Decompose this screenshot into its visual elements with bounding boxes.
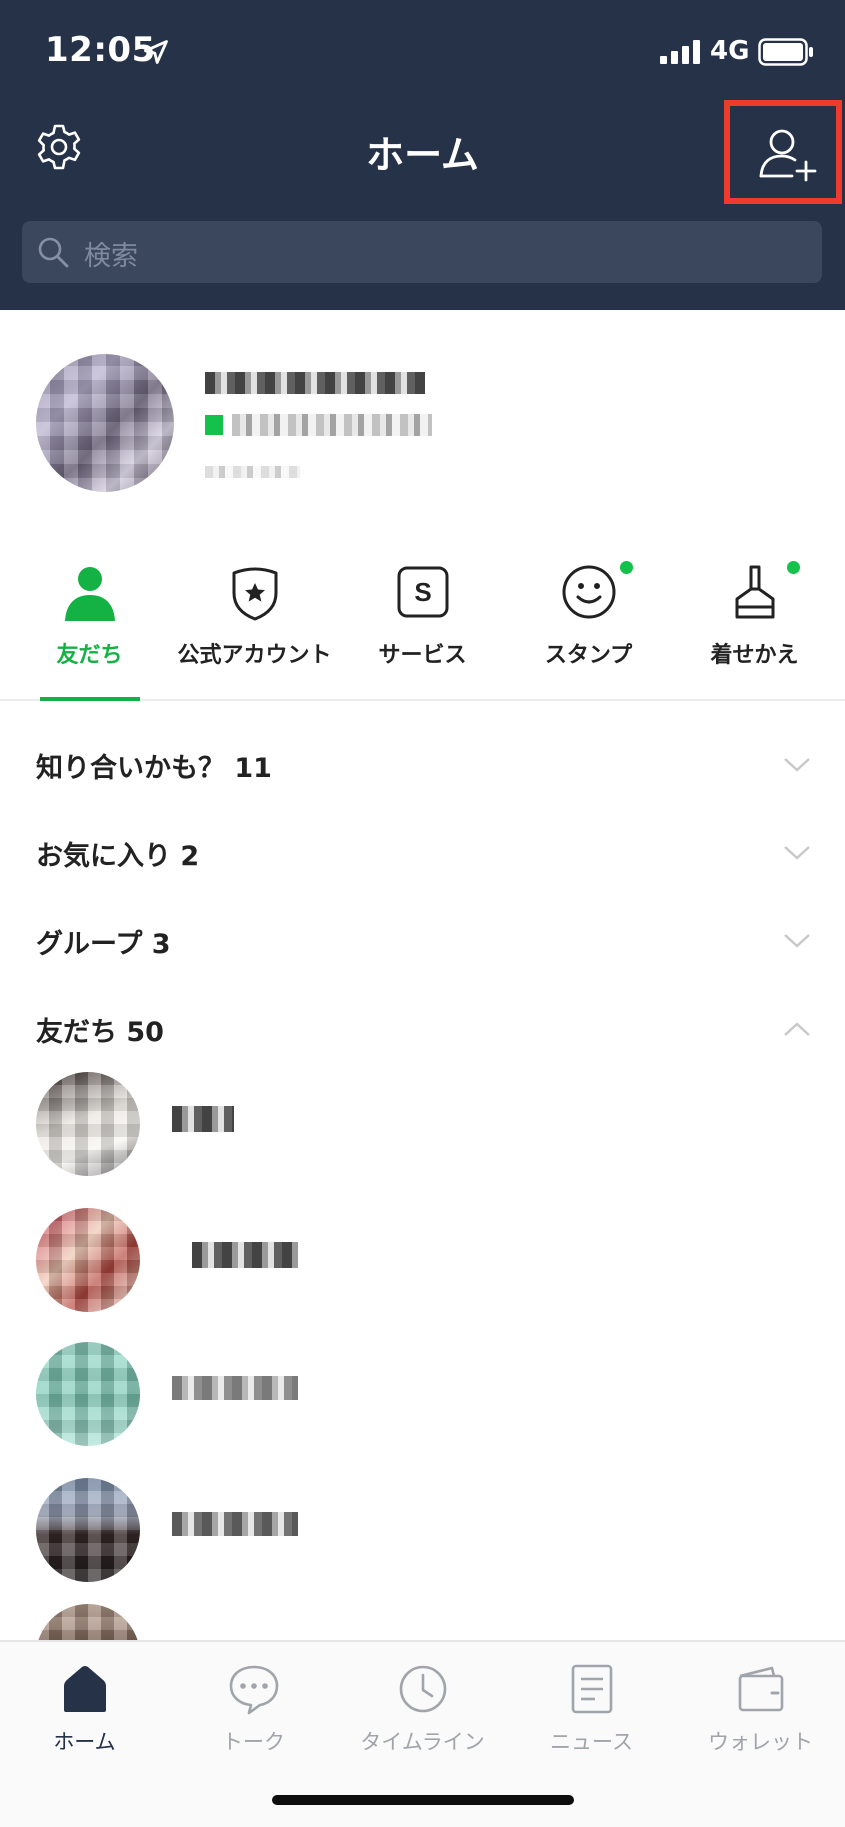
wallet-icon: [738, 1666, 783, 1712]
network-type: 4G: [710, 36, 750, 66]
nav-label: ホーム: [53, 1730, 116, 1754]
nav-label: タイムライン: [360, 1730, 485, 1754]
section-title: 友だち 50: [36, 1017, 164, 1048]
person-icon: [64, 567, 115, 621]
tab-services[interactable]: S サービス: [338, 545, 507, 701]
friend-list-item[interactable]: [0, 1456, 845, 1592]
chevron-down-icon: [784, 758, 810, 772]
nav-wallet[interactable]: ウォレット: [676, 1660, 845, 1770]
section-title: 知り合いかも？ 11: [36, 753, 272, 784]
friend-list-item[interactable]: [0, 1320, 845, 1456]
friend-name-redacted: [172, 1376, 298, 1400]
tab-label: 公式アカウント: [177, 643, 332, 668]
friend-avatar: [36, 1478, 140, 1582]
service-s-icon: S: [397, 566, 448, 618]
friend-name-redacted: [172, 1512, 298, 1536]
profile-status-redacted: [232, 414, 432, 436]
news-document-icon: [571, 1664, 612, 1714]
chevron-down-icon: [784, 846, 810, 860]
profile-name-redacted: [205, 372, 425, 394]
chevron-down-icon: [784, 934, 810, 948]
friend-name-redacted: [192, 1242, 298, 1268]
nav-home[interactable]: ホーム: [0, 1660, 169, 1770]
clock-icon: [399, 1665, 446, 1713]
nav-news[interactable]: ニュース: [507, 1660, 676, 1770]
tab-stickers[interactable]: スタンプ: [504, 545, 673, 701]
title-bar: ホーム: [0, 100, 845, 204]
nav-label: ニュース: [550, 1730, 633, 1754]
tab-label: 友だち: [56, 643, 123, 668]
nav-label: ウォレット: [708, 1730, 813, 1754]
add-friend-icon: [759, 129, 817, 182]
home-indicator: [272, 1795, 574, 1805]
chat-bubble-icon: [229, 1665, 278, 1715]
friend-avatar: [36, 1072, 140, 1176]
profile-avatar[interactable]: [36, 354, 174, 492]
tab-label: サービス: [378, 643, 467, 668]
search-placeholder: 検索: [84, 241, 138, 272]
signal-icon: [660, 40, 700, 64]
page-title: ホーム: [366, 133, 479, 177]
battery-icon: [758, 38, 813, 66]
friend-list-item[interactable]: [0, 1186, 845, 1322]
tab-label: スタンプ: [544, 643, 633, 668]
tab-friends[interactable]: 友だち: [5, 545, 174, 701]
chevron-up-icon: [784, 1022, 810, 1036]
header: 12:05 4G ホーム 検索: [0, 0, 845, 310]
status-time: 12:05: [45, 30, 156, 70]
add-friend-button[interactable]: [724, 100, 842, 204]
home-tabs: 友だち 公式アカウント S サービス スタンプ 着せかえ: [0, 545, 845, 701]
status-bar: 12:05 4G: [0, 0, 845, 100]
svg-text:S: S: [414, 577, 431, 607]
new-badge: [787, 561, 800, 574]
friend-avatar: [36, 1342, 140, 1446]
nav-label: トーク: [222, 1730, 285, 1754]
profile-subtext-redacted: [205, 466, 300, 478]
friend-list-item[interactable]: [0, 1590, 845, 1640]
location-arrow-icon: [144, 40, 168, 64]
brush-icon: [735, 565, 774, 619]
active-tab-indicator: [40, 697, 140, 701]
home-icon: [63, 1666, 106, 1712]
friend-name-redacted: [172, 1106, 234, 1132]
status-indicator: [205, 415, 223, 435]
section-suggested-friends[interactable]: 知り合いかも？ 11: [0, 722, 845, 810]
tab-themes[interactable]: 着せかえ: [670, 545, 839, 701]
section-groups[interactable]: グループ 3: [0, 898, 845, 986]
smiley-icon: [562, 565, 615, 619]
section-favorites[interactable]: お気に入り 2: [0, 810, 845, 898]
nav-chats[interactable]: トーク: [169, 1660, 338, 1770]
search-icon: [38, 237, 69, 268]
new-badge: [620, 561, 633, 574]
section-title: お気に入り 2: [36, 841, 200, 872]
section-title: グループ 3: [36, 929, 171, 960]
tab-official-accounts[interactable]: 公式アカウント: [170, 545, 339, 701]
tab-label: 着せかえ: [710, 643, 799, 668]
nav-timeline[interactable]: タイムライン: [338, 1660, 507, 1770]
friend-list-item[interactable]: [0, 1050, 845, 1186]
search-input[interactable]: 検索: [22, 221, 822, 283]
my-profile[interactable]: [0, 310, 845, 510]
friend-avatar: [36, 1208, 140, 1312]
friend-avatar: [36, 1604, 140, 1640]
shield-star-icon: [232, 567, 277, 621]
